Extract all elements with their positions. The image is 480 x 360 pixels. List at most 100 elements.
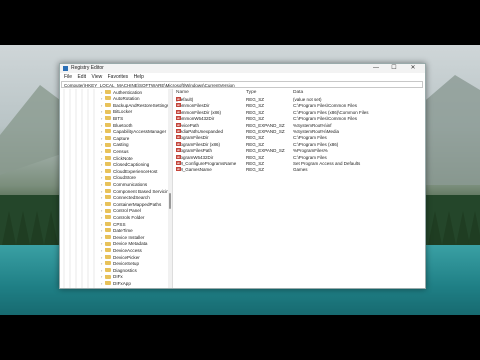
string-value-icon: ab [176,103,181,108]
tree-key-label: CPSS [113,221,126,227]
folder-icon [105,248,111,253]
close-button[interactable]: ✕ [406,64,420,73]
string-value-icon: ab [176,161,181,165]
window-title: Registry Editor [71,65,104,71]
tree-key-item[interactable]: › CPSS [101,222,126,229]
tree-key-label: BITS [113,115,124,121]
value-name: CommonFilesDir (x86) [176,109,222,115]
pine-tree [468,211,480,245]
value-name-cell: ab SM_GamesName [176,167,212,173]
menu-view[interactable]: View [91,73,102,81]
folder-icon [105,228,111,233]
registry-value-row[interactable]: ab SM_GamesName REG_SZ Games [173,167,425,173]
tree-key-item[interactable]: › Device Installer [101,235,144,242]
folder-icon [105,234,111,239]
tree-key-item[interactable]: › ConnectedSearch [101,195,150,202]
tree-key-item[interactable]: › DIFx [101,274,123,281]
tree-key-item[interactable]: › Device Metadata [101,241,147,248]
tree-key-item[interactable]: › Casting [101,142,129,149]
minimize-button[interactable]: — [369,64,383,73]
folder-icon [105,182,111,187]
tree-key-item[interactable]: › DeviceAccess [101,248,142,255]
tree-key-label: DIFxApp [113,280,131,286]
tree-key-item[interactable]: › Control Panel [101,208,141,215]
column-header-data[interactable]: Data [293,89,303,96]
menu-file[interactable]: File [64,73,72,81]
tree-key-item[interactable]: › BITS [101,116,123,123]
tree-key-item[interactable]: › AutoRotation [101,96,140,103]
tree-vertical-scrollbar[interactable] [168,89,172,288]
tree-key-label: AutoRotation [113,96,140,102]
tree-key-item[interactable]: › DIFxApp [101,281,131,288]
folder-icon [105,89,111,94]
tree-key-item[interactable]: › ClickNote [101,156,133,163]
menu-favorites[interactable]: Favorites [108,73,129,81]
tree-key-label: Component Based Servicing [113,188,172,194]
tree-key-item[interactable]: › ContainerMappedPaths [101,202,161,209]
tree-key-item[interactable]: › CloudStore [101,175,136,182]
string-value-icon: ab [176,129,181,133]
menu-edit[interactable]: Edit [77,73,86,81]
tree-key-item[interactable]: › Controls Folder [101,215,144,222]
tree-key-label: Control Panel [113,208,141,214]
tree-key-label: CloudStore [113,175,136,181]
string-value-icon: ab [176,154,181,159]
string-value-icon: ab [176,122,181,127]
tree-key-label: DateTime [113,228,133,234]
tree-key-item[interactable]: › Authentication [101,90,142,97]
menu-bar: File Edit View Favorites Help [60,73,425,81]
tree-key-item[interactable]: › Diagnostics [101,268,137,275]
string-value-icon: ab [176,167,181,172]
tree-key-label: Bluetooth [113,122,133,128]
value-name: MediaPathUnexpanded [176,129,224,134]
string-value-icon: ab [176,148,181,153]
tree-key-item[interactable]: › Communications [101,182,147,189]
tree-key-item[interactable]: › BackupAndRestoreSettings [101,103,169,110]
tree-key-item[interactable]: › Census [101,149,129,156]
tree-key-item[interactable]: › Capture [101,136,129,143]
scrollbar-thumb[interactable] [169,193,171,209]
column-header-name[interactable]: Name [176,89,189,96]
tree-key-item[interactable]: › CloudExperienceHost [101,169,157,176]
tree-key-label: Capture [113,135,130,141]
tree-key-label: BackupAndRestoreSettings [113,102,170,108]
tree-key-item[interactable]: › DeviceSetup [101,261,139,268]
folder-icon [105,149,111,154]
folder-icon [105,274,111,279]
folder-icon [105,96,111,101]
folder-icon [105,175,111,180]
tree-key-label: DevicePicker [113,254,140,260]
folder-icon [105,208,111,213]
tree-key-item[interactable]: › CapabilityAccessManager [101,129,166,136]
title-bar[interactable]: Registry Editor — ☐ ✕ [60,64,425,73]
tree-key-item[interactable]: › DevicePicker [101,255,140,262]
tree-key-item[interactable]: › ClosedCaptioning [101,162,149,169]
folder-icon [105,195,111,200]
value-name: ProgramFilesDir (x86) [176,141,221,147]
value-name: ProgramW6432Dir [176,154,214,160]
folder-icon [105,168,111,173]
pine-tree [428,211,442,245]
tree-key-item[interactable]: › BitLocker [101,109,132,116]
folder-icon [105,122,111,127]
tree-key-label: Census [113,148,129,154]
tree-key-label: Communications [113,181,148,187]
folder-icon [105,102,111,107]
folder-icon [105,241,111,246]
tree-key-label: ContainerMappedPaths [113,201,162,207]
tree-key-label: ClickNote [113,155,133,161]
tree-key-label: Authentication [113,89,143,95]
maximize-button[interactable]: ☐ [387,64,401,73]
menu-help[interactable]: Help [134,73,144,81]
tree-key-item[interactable]: › Component Based Servicing [101,189,171,196]
tree-key-label: ConnectedSearch [113,195,150,201]
folder-icon [105,162,111,167]
folder-icon [105,267,111,272]
tree-key-item[interactable]: › DateTime [101,228,133,235]
column-header-type[interactable]: Type [246,89,256,96]
value-data-cell: Games [293,167,308,173]
tree-key-label: Diagnostics [113,267,137,273]
tree-key-item[interactable]: › Bluetooth [101,123,132,130]
pine-tree [44,211,58,245]
address-bar[interactable]: Computer\HKEY_LOCAL_MACHINE\SOFTWARE\Mic… [61,81,423,88]
